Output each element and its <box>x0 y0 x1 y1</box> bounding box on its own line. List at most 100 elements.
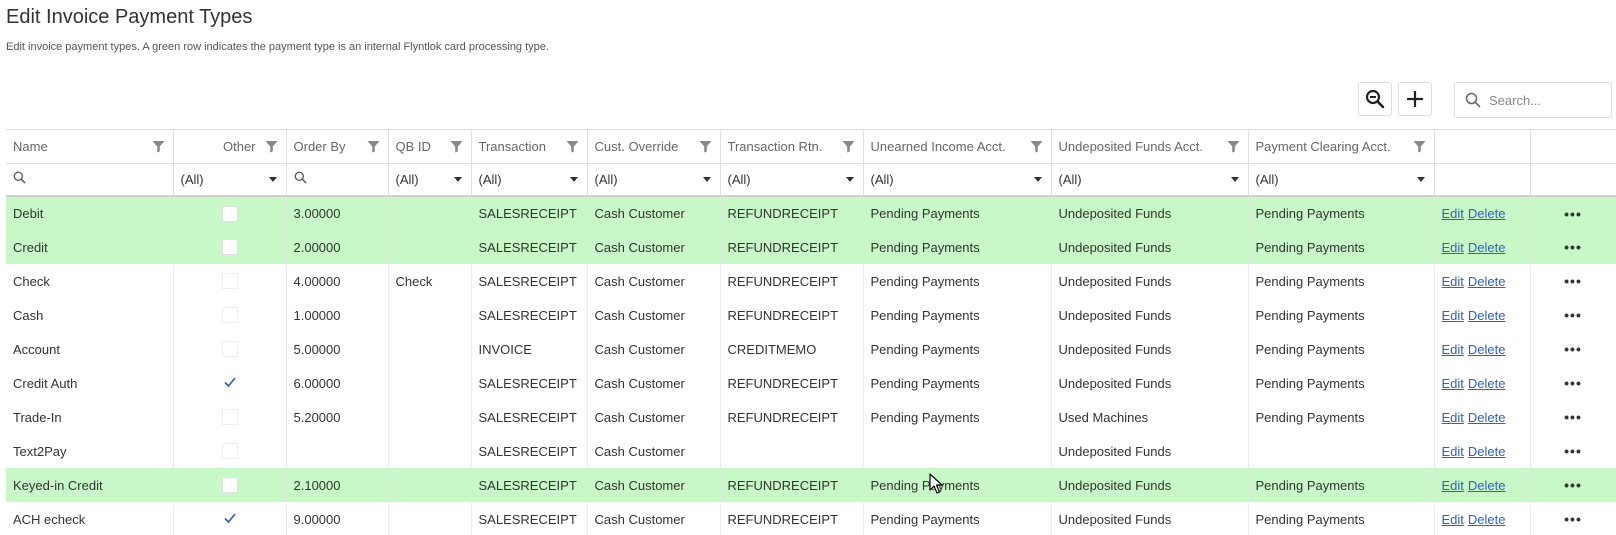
checkbox <box>221 443 238 460</box>
table-row[interactable]: Credit Auth 6.00000 SALESRECEIPT Cash Custo… <box>6 366 1616 400</box>
delete-link[interactable]: Delete <box>1468 308 1506 323</box>
delete-link[interactable]: Delete <box>1468 376 1506 391</box>
delete-link[interactable]: Delete <box>1468 342 1506 357</box>
table-row[interactable]: Debit 3.00000 SALESRECEIPT Cash Customer REF… <box>6 196 1616 230</box>
table-row[interactable]: Keyed-in Credit 2.10000 SALESRECEIPT Cash C… <box>6 468 1616 502</box>
filter-select-unearned-income-acct[interactable]: (All) <box>863 163 1052 197</box>
table-row[interactable]: Trade-In 5.20000 SALESRECEIPT Cash Customer… <box>6 400 1616 434</box>
filter-select-cust-override[interactable]: (All) <box>587 163 721 197</box>
more-options-icon[interactable]: ••• <box>1530 502 1616 535</box>
table-row[interactable]: Text2Pay SALESRECEIPT Cash Customer Undepos… <box>6 434 1616 468</box>
column-header-qb-id[interactable]: QB ID <box>388 130 472 164</box>
cust-override-cell: Cash Customer <box>587 468 721 502</box>
column-header-label: Transaction <box>478 138 546 154</box>
filter-select-transaction-rtn[interactable]: (All) <box>720 163 864 197</box>
delete-link[interactable]: Delete <box>1468 512 1506 527</box>
edit-link[interactable]: Edit <box>1442 478 1464 493</box>
delete-link[interactable]: Delete <box>1468 206 1506 221</box>
filter-icon[interactable] <box>699 140 712 156</box>
edit-link[interactable]: Edit <box>1442 410 1464 425</box>
edit-link[interactable]: Edit <box>1442 206 1464 221</box>
filter-icon[interactable] <box>367 140 380 156</box>
more-options-icon[interactable]: ••• <box>1530 434 1616 468</box>
edit-link[interactable]: Edit <box>1442 376 1464 391</box>
more-options-icon[interactable]: ••• <box>1530 230 1616 264</box>
more-options-icon[interactable]: ••• <box>1530 366 1616 400</box>
filter-select-other[interactable]: (All) <box>173 163 287 197</box>
other-cell <box>173 366 287 400</box>
more-options-icon[interactable]: ••• <box>1530 332 1616 366</box>
filter-icon[interactable] <box>152 140 165 156</box>
delete-link[interactable]: Delete <box>1468 444 1506 459</box>
filter-icon[interactable] <box>450 140 463 156</box>
delete-link[interactable]: Delete <box>1468 478 1506 493</box>
column-header-other[interactable]: Other <box>173 130 287 164</box>
filter-select-payment-clearing-acct[interactable]: (All) <box>1248 163 1435 197</box>
table-row[interactable]: Check 4.00000 Check SALESRECEIPT Cash Custom… <box>6 264 1616 298</box>
undeposited-funds-cell: Undeposited Funds <box>1051 196 1249 230</box>
edit-link[interactable]: Edit <box>1442 274 1464 289</box>
column-header-unearned-income-acct[interactable]: Unearned Income Acct. <box>863 130 1052 164</box>
table-row[interactable]: Account 5.00000 INVOICE Cash Customer CREDIT… <box>6 332 1616 366</box>
qb-id-cell <box>388 298 472 332</box>
edit-link[interactable]: Edit <box>1442 308 1464 323</box>
filter-icon[interactable] <box>1413 140 1426 156</box>
edit-link[interactable]: Edit <box>1442 444 1464 459</box>
delete-link[interactable]: Delete <box>1468 240 1506 255</box>
column-header-undeposited-funds-acct[interactable]: Undeposited Funds Acct. <box>1051 130 1249 164</box>
column-header-cust-override[interactable]: Cust. Override <box>587 130 721 164</box>
more-options-icon[interactable]: ••• <box>1530 264 1616 298</box>
table-row[interactable]: Credit 2.00000 SALESRECEIPT Cash Customer RE… <box>6 230 1616 264</box>
search-input[interactable] <box>1489 92 1599 108</box>
search-icon <box>13 171 26 187</box>
table-row[interactable]: ACH echeck 9.00000 SALESRECEIPT Cash Custom… <box>6 502 1616 535</box>
filter-select-transaction[interactable]: (All) <box>471 163 588 197</box>
more-options-icon[interactable]: ••• <box>1530 196 1616 230</box>
filter-icon[interactable] <box>1227 140 1240 156</box>
more-options-icon[interactable]: ••• <box>1530 400 1616 434</box>
filter-search-name[interactable] <box>6 163 174 197</box>
delete-link[interactable]: Delete <box>1468 274 1506 289</box>
zoom-out-icon <box>1365 89 1385 109</box>
edit-link[interactable]: Edit <box>1442 512 1464 527</box>
transaction-rtn-cell: REFUNDRECEIPT <box>720 264 864 298</box>
other-cell <box>173 332 287 366</box>
cust-override-cell: Cash Customer <box>587 230 721 264</box>
filter-select-undeposited-funds-acct[interactable]: (All) <box>1051 163 1249 197</box>
zoom-out-button[interactable] <box>1358 82 1392 116</box>
more-options-icon[interactable]: ••• <box>1530 298 1616 332</box>
grid-search[interactable] <box>1454 82 1612 118</box>
column-header-name[interactable]: Name <box>6 130 174 164</box>
column-header-payment-clearing-acct[interactable]: Payment Clearing Acct. <box>1248 130 1435 164</box>
filter-icon[interactable] <box>842 140 855 156</box>
unearned-income-cell: Pending Payments <box>863 230 1052 264</box>
checkbox <box>221 477 238 494</box>
edit-link[interactable]: Edit <box>1442 342 1464 357</box>
chevron-down-icon <box>268 176 277 182</box>
transaction-rtn-cell: REFUNDRECEIPT <box>720 230 864 264</box>
table-row[interactable]: Cash 1.00000 SALESRECEIPT Cash Customer REFU… <box>6 298 1616 332</box>
filter-icon[interactable] <box>566 140 579 156</box>
filter-icon[interactable] <box>265 140 278 156</box>
filter-select-value: (All) <box>395 171 419 187</box>
more-options-icon[interactable]: ••• <box>1530 468 1616 502</box>
chevron-down-icon <box>453 176 462 182</box>
filter-search-order-by[interactable] <box>286 163 389 197</box>
page-title: Edit Invoice Payment Types <box>6 6 253 28</box>
column-header-transaction-rtn[interactable]: Transaction Rtn. <box>720 130 864 164</box>
delete-link[interactable]: Delete <box>1468 410 1506 425</box>
transaction-rtn-cell <box>720 434 864 468</box>
edit-link[interactable]: Edit <box>1442 240 1464 255</box>
chevron-down-icon <box>1230 176 1239 182</box>
filter-select-value: (All) <box>870 171 894 187</box>
filter-icon[interactable] <box>1030 140 1043 156</box>
add-button[interactable] <box>1398 82 1432 116</box>
column-header-label: Name <box>13 138 48 154</box>
checkbox <box>221 239 238 256</box>
column-header-label: Payment Clearing Acct. <box>1255 138 1391 154</box>
column-header-order-by[interactable]: Order By <box>286 130 389 164</box>
payment-clearing-cell: Pending Payments <box>1248 264 1435 298</box>
filter-select-qb-id[interactable]: (All) <box>388 163 472 197</box>
other-cell <box>173 502 287 535</box>
column-header-transaction[interactable]: Transaction <box>471 130 588 164</box>
